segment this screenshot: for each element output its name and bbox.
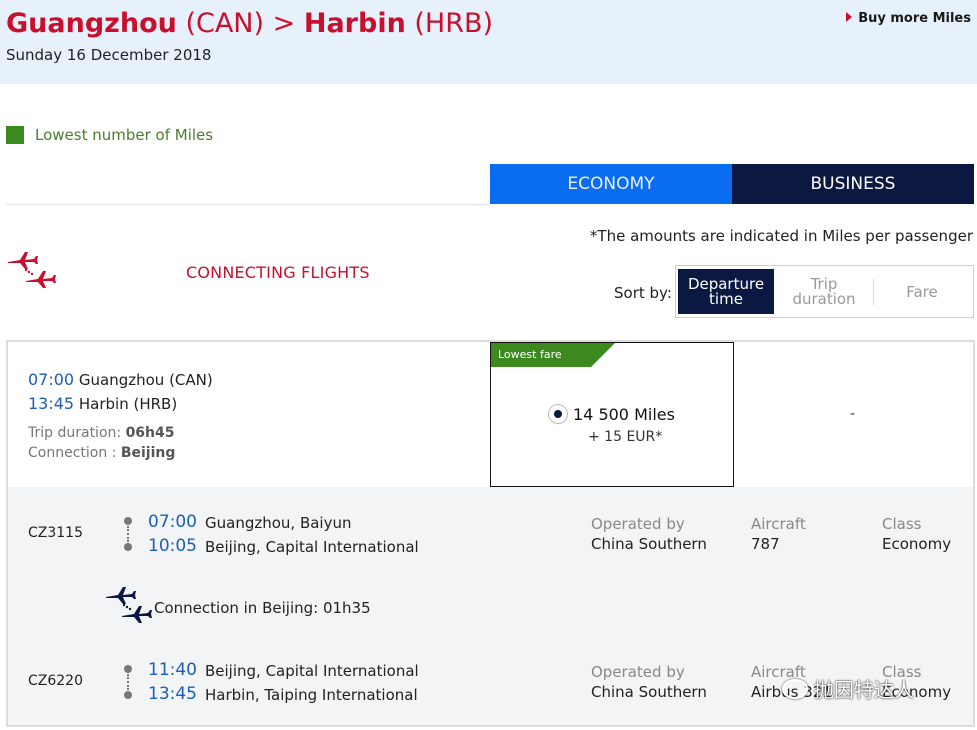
segment-1-flight-number: CZ3115: [28, 525, 83, 541]
segment-1-aircraft-value: 787: [751, 535, 780, 553]
connecting-flights-icon: [8, 252, 56, 288]
duration-value: 06h45: [125, 425, 175, 441]
sort-trip-duration[interactable]: Trip duration: [776, 269, 872, 314]
sort-fare-label: Fare: [906, 282, 938, 301]
business-fare-unavailable: -: [850, 406, 856, 422]
segment-2-arr-time: 13:45: [148, 684, 197, 704]
segment-1-dep-place: Guangzhou, Baiyun: [205, 514, 352, 532]
segment-2-flight-number: CZ6220: [28, 673, 83, 689]
route-title: Guangzhou (CAN) > Harbin (HRB): [6, 8, 493, 39]
segment-1-arr-place: Beijing, Capital International: [205, 538, 419, 556]
fare-eur: + 15 EUR*: [588, 429, 663, 445]
sort-label: Sort by:: [614, 284, 672, 302]
triangle-right-icon: [846, 12, 853, 22]
itinerary-times: 07:00 Guangzhou (CAN) 13:45 Harbin (HRB): [28, 368, 213, 416]
watermark-text: 抛因特达人: [814, 678, 914, 702]
connection-info: Connection in Beijing: 01h35: [154, 599, 371, 617]
segment-1-class-value: Economy: [882, 535, 952, 553]
fare-radio[interactable]: [548, 404, 568, 424]
origin-city: Guangzhou: [6, 8, 177, 39]
itinerary-meta: Trip duration: 06h45 Connection : Beijin…: [28, 423, 175, 463]
segment-2-timeline: [124, 665, 132, 701]
connection-label: Connection :: [28, 445, 117, 461]
route-separator: >: [272, 8, 296, 39]
travel-date: Sunday 16 December 2018: [6, 46, 212, 64]
tab-business[interactable]: BUSINESS: [732, 164, 974, 204]
segment-2-dep-time: 11:40: [148, 660, 197, 680]
dest-city: Harbin: [303, 8, 406, 39]
divider: [6, 204, 490, 205]
tab-economy[interactable]: ECONOMY: [490, 164, 732, 204]
itinerary-arr-place: Harbin (HRB): [78, 395, 178, 413]
segment-2-dep-place: Beijing, Capital International: [205, 662, 419, 680]
sort-fare[interactable]: Fare: [873, 279, 970, 305]
itinerary-arr-time: 13:45: [28, 394, 75, 413]
dest-code: (HRB): [414, 8, 494, 39]
connection-planes-icon: [106, 587, 152, 623]
miles-note: *The amounts are indicated in Miles per …: [589, 227, 973, 245]
buy-more-label: Buy more Miles: [858, 11, 971, 26]
lowest-miles-legend: Lowest number of Miles: [6, 126, 213, 144]
itinerary-summary: 07:00 Guangzhou (CAN) 13:45 Harbin (HRB)…: [8, 342, 973, 487]
fare-miles: 14 500 Miles: [573, 405, 675, 424]
segment-1-arr-time: 10:05: [148, 536, 197, 556]
legend-label: Lowest number of Miles: [35, 126, 214, 144]
route-header: Guangzhou (CAN) > Harbin (HRB) Sunday 16…: [0, 0, 977, 84]
segment-2-operated-value: China Southern: [591, 683, 707, 701]
connecting-flights-label: CONNECTING FLIGHTS: [186, 263, 370, 282]
economy-fare-option[interactable]: Lowest fare 14 500 Miles + 15 EUR*: [490, 342, 734, 487]
segment-1-operated-value: China Southern: [591, 535, 707, 553]
flight-card: 07:00 Guangzhou (CAN) 13:45 Harbin (HRB)…: [6, 340, 975, 727]
sort-duration-line2: duration: [792, 289, 856, 308]
segment-2-arr-place: Harbin, Taiping International: [205, 686, 418, 704]
segment-1-operated-label: Operated by: [591, 515, 685, 533]
green-square-icon: [6, 126, 24, 144]
watermark: 抛因特达人: [782, 674, 914, 703]
segment-1-dep-time: 07:00: [148, 512, 197, 532]
duration-label: Trip duration:: [28, 425, 122, 441]
segment-1-class-label: Class: [882, 515, 922, 533]
wechat-icon: [782, 678, 808, 699]
segment-1-aircraft-label: Aircraft: [751, 515, 806, 533]
lowest-fare-badge: Lowest fare: [491, 343, 615, 367]
connection-value: Beijing: [120, 445, 176, 461]
sort-options: Departure time Trip duration Fare: [675, 265, 974, 318]
origin-code: (CAN): [185, 8, 265, 39]
itinerary-dep-place: Guangzhou (CAN): [78, 371, 213, 389]
itinerary-dep-time: 07:00: [28, 370, 75, 389]
buy-more-miles-link[interactable]: Buy more Miles: [846, 11, 971, 26]
sort-departure-line2: time: [709, 289, 743, 308]
segment-2-operated-label: Operated by: [591, 663, 685, 681]
segment-1-timeline: [124, 517, 132, 553]
sort-departure-time[interactable]: Departure time: [678, 269, 774, 314]
